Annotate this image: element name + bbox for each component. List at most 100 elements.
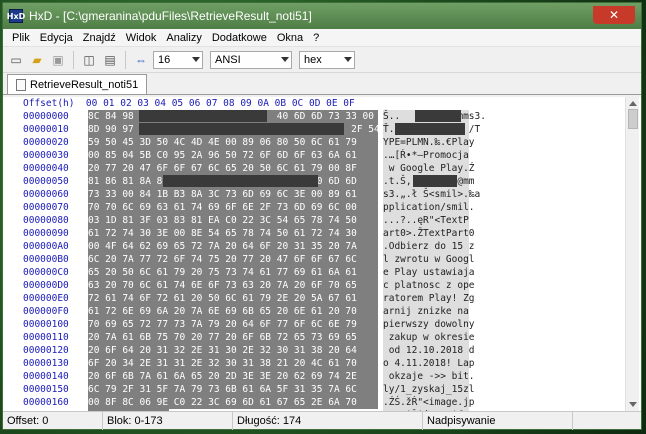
title-bar[interactable]: HxD HxD - [C:\gmeranina\pduFiles\Retriev… [3,3,641,29]
row-bytes[interactable]: 63 20 70 6C 61 74 6E 6F 73 63 20 7A 20 6… [88,279,378,292]
row-bytes[interactable]: 20 7A 61 6B 75 70 20 77 20 6F 6B 72 65 7… [88,331,378,344]
row-bytes[interactable]: 70 70 6C 69 63 61 74 69 6F 6E 2F 73 6D 6… [88,201,378,214]
charset-value: ANSI [215,53,241,66]
row-offset: 000000F0 [23,306,69,317]
columns-icon: ⇔ [135,52,147,67]
menu-okna[interactable]: Okna [272,32,308,44]
status-mode: Nadpisywanie [423,411,573,430]
columns-select[interactable]: 16 [153,50,203,69]
status-block: Blok: 0-173 [103,411,233,430]
toolbar-separator [125,50,126,69]
tab-retrieve-result[interactable]: RetrieveResult_noti51 [7,74,148,94]
redaction-bar [395,123,465,135]
row-ascii[interactable]: w Google Play.Ź [383,162,475,175]
chevron-down-icon [281,56,289,62]
format-value: hex [304,53,322,66]
menu-edycja[interactable]: Edycja [35,32,78,44]
row-bytes[interactable]: 00 4F 64 62 69 65 72 7A 20 64 6F 20 31 3… [88,240,378,253]
row-ascii[interactable]: pplication/smil. [383,201,475,214]
save-disk-icon[interactable]: ▣ [49,51,67,69]
row-offset: 00000010 [23,124,69,135]
hex-column-header: Offset(h) 00 01 02 03 04 05 06 07 08 09 … [23,98,355,109]
row-offset: 000000A0 [23,241,69,252]
scroll-down-icon[interactable] [629,402,637,407]
menu-plik[interactable]: Plik [7,32,35,44]
row-ascii[interactable]: okzaje ->> bit. [383,370,475,383]
menu-analizy[interactable]: Analizy [161,32,206,44]
row-bytes[interactable]: 20 6F 6B 7A 61 6A 65 20 2D 3E 3E 20 62 6… [88,370,378,383]
row-bytes[interactable]: 20 77 20 47 6F 6F 67 6C 65 20 50 6C 61 7… [88,162,378,175]
row-ascii[interactable]: e Play ustawiaja [383,266,475,279]
row-offset: 00000130 [23,358,69,369]
row-ascii[interactable]: art0>.ŽTextPart0 [383,227,475,240]
format-select[interactable]: hex [299,50,355,69]
scroll-up-icon[interactable] [629,101,637,106]
row-bytes[interactable]: 59 50 45 3D 50 4C 4D 4E 00 89 06 80 50 6… [88,136,378,149]
row-offset: 000000C0 [23,267,69,278]
row-ascii[interactable]: ratorem Play! Zg [383,292,475,305]
row-ascii[interactable]: s3.„.ł Š<smil>.‰a [383,188,480,201]
row-bytes[interactable]: 61 72 6E 69 6A 20 7A 6E 69 6B 65 20 6E 6… [88,305,378,318]
hex-editor[interactable]: Offset(h) 00 01 02 03 04 05 06 07 08 09 … [3,97,641,411]
charset-select[interactable]: ANSI [210,50,292,69]
redaction-bar [413,175,457,187]
menu-dodatkowe[interactable]: Dodatkowe [207,32,272,44]
redaction-bar [139,110,267,122]
status-offset: Offset: 0 [3,411,103,430]
row-bytes[interactable]: 03 1D 81 3F 03 83 81 EA C0 22 3C 54 65 7… [88,214,378,227]
row-ascii[interactable]: arnij znizke na [383,305,469,318]
row-offset: 000000B0 [23,254,69,265]
row-ascii[interactable]: YPE=PLMN.‰.€Play [383,136,475,149]
row-ascii[interactable]: c platnosc z ope [383,279,475,292]
columns-value: 16 [158,53,171,66]
row-ascii[interactable]: zakup w okresie [383,331,475,344]
row-bytes[interactable]: 6F 20 34 2E 31 31 2E 32 30 31 38 21 20 4… [88,357,378,370]
row-bytes[interactable]: 00 85 04 5B C0 95 2A 96 50 72 6F 6D 6F 6… [88,149,378,162]
row-offset: 00000060 [23,189,69,200]
memory-icon[interactable]: ▤ [101,51,119,69]
row-bytes[interactable]: 20 6F 64 20 31 32 2E 31 30 2E 32 30 31 3… [88,344,378,357]
row-bytes[interactable]: 6C 20 7A 77 72 6F 74 75 20 77 20 47 6F 6… [88,253,378,266]
row-ascii[interactable]: .…[Ŕ•*–Promocja [383,149,469,162]
row-bytes[interactable]: 61 72 74 30 3E 00 8E 54 65 78 74 50 61 7… [88,227,378,240]
row-offset: 00000070 [23,202,69,213]
menu-help[interactable]: ? [308,32,324,44]
row-ascii[interactable]: pierwszy dowolny [383,318,475,331]
row-ascii[interactable]: o 4.11.2018! Lap [383,357,475,370]
row-ascii[interactable]: od 12.10.2018 d [383,344,475,357]
row-ascii[interactable]: l zwrotu w Googl [383,253,475,266]
redaction-bar [415,110,461,122]
row-offset: 00000160 [23,397,69,408]
row-bytes[interactable]: 70 69 65 72 77 73 7A 79 20 64 6F 77 6F 6… [88,318,378,331]
tab-strip: RetrieveResult_noti51 [3,73,641,95]
row-offset: 00000120 [23,345,69,356]
row-offset: 000000E0 [23,293,69,304]
row-bytes[interactable]: 00 8F 8C 06 9E C0 22 3C 69 6D 61 67 65 2… [88,396,378,409]
row-ascii[interactable]: .ŹŚ.žŔ"<image.jp [383,396,475,409]
menu-znajdz[interactable]: Znajdź [78,32,121,44]
row-bytes[interactable]: 73 33 00 84 1B B3 8A 3C 73 6D 69 6C 3E 0… [88,188,378,201]
row-offset: 00000030 [23,150,69,161]
row-bytes[interactable]: 6C 79 2F 31 5F 7A 79 73 6B 61 6A 5F 31 3… [88,383,378,396]
row-ascii[interactable]: .Odbierz do 15 z [383,240,475,253]
chevron-down-icon [344,56,352,62]
menu-widok[interactable]: Widok [121,32,162,44]
toolbar: ▭ ▰ ▣ ◫ ▤ ⇔ 16 ANSI hex [3,47,641,73]
row-offset: 00000090 [23,228,69,239]
close-button[interactable]: ✕ [593,6,635,24]
row-ascii[interactable]: ly/1_zyskaj_15zl [383,383,475,396]
scroll-thumb[interactable] [628,109,638,129]
new-file-icon[interactable]: ▭ [7,51,25,69]
redaction-bar [139,123,344,135]
menu-bar: Plik Edycja Znajdź Widok Analizy Dodatko… [3,29,641,47]
toolbar-separator [73,50,74,69]
window-title: HxD - [C:\gmeranina\pduFiles\RetrieveRes… [29,9,312,23]
row-offset: 00000020 [23,137,69,148]
row-offset: 00000050 [23,176,69,187]
open-folder-icon[interactable]: ▰ [28,51,46,69]
row-bytes[interactable]: 65 20 50 6C 61 79 20 75 73 74 61 77 69 6… [88,266,378,279]
row-bytes[interactable]: 72 61 74 6F 72 61 20 50 6C 61 79 2E 20 5… [88,292,378,305]
disk-icon[interactable]: ◫ [80,51,98,69]
vertical-scrollbar[interactable] [625,97,639,411]
row-ascii[interactable]: ...?..ęR"<TextP [383,214,469,227]
